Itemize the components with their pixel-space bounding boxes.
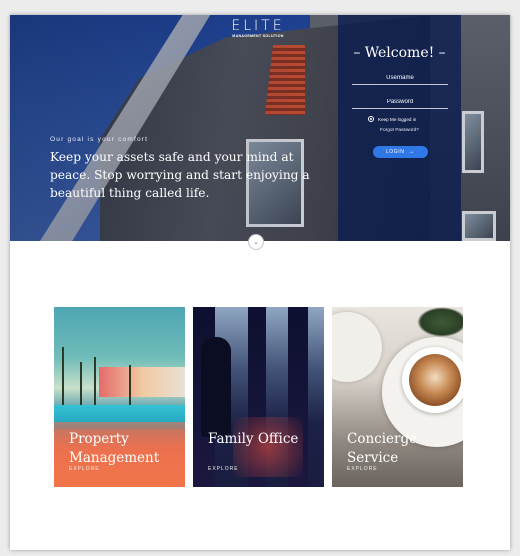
card-title: Family Office — [208, 431, 299, 447]
remember-me-toggle[interactable]: Keep Me logged in — [368, 116, 416, 122]
brand-name: ELITE — [231, 18, 285, 34]
username-input[interactable] — [352, 71, 448, 85]
hero-banner: ELITE MANAGEMENT SOLUTION Our goal is yo… — [10, 15, 510, 241]
card-image-palm — [80, 362, 82, 407]
page: ELITE MANAGEMENT SOLUTION Our goal is yo… — [10, 15, 510, 550]
card-property-management[interactable]: Property Management EXPLORE — [54, 307, 185, 487]
card-concierge-service[interactable]: Concierge Service EXPLORE — [332, 307, 463, 487]
card-explore-link[interactable]: EXPLORE — [347, 466, 378, 472]
card-title: Concierge Service — [347, 431, 418, 466]
brand-logo[interactable]: ELITE MANAGEMENT SOLUTION — [228, 19, 288, 39]
hero-headline: Keep your assets safe and your mind at p… — [50, 150, 310, 200]
login-button-label: LOGIN — [385, 149, 405, 155]
card-image-palm — [62, 347, 64, 407]
brand-subtitle: MANAGEMENT SOLUTION — [232, 34, 284, 38]
card-explore-link[interactable]: EXPLORE — [69, 466, 100, 472]
card-explore-link[interactable]: EXPLORE — [208, 466, 239, 472]
password-input[interactable] — [352, 95, 448, 109]
login-title: – Welcome! – — [353, 45, 446, 61]
scroll-down-button[interactable]: ⌄ — [248, 234, 264, 250]
chevron-down-icon: ⌄ — [253, 239, 259, 246]
card-image-coffee — [409, 354, 461, 406]
card-family-office[interactable]: Family Office EXPLORE — [193, 307, 324, 487]
login-button[interactable]: LOGIN → — [373, 146, 428, 158]
login-panel: – Welcome! – Keep Me logged in Forgot Pa… — [338, 15, 461, 241]
card-image-palm — [94, 357, 96, 407]
remember-me-label: Keep Me logged in — [378, 116, 417, 122]
hero-tagline: Our goal is your comfort — [50, 136, 149, 143]
arrow-right-icon: → — [408, 149, 416, 155]
card-image-person — [201, 337, 231, 437]
forgot-password-link[interactable]: Forgot Password? — [338, 128, 461, 133]
card-title: Property Management — [69, 431, 160, 466]
card-image-hotel — [99, 367, 185, 397]
card-image-leaves — [417, 307, 463, 337]
card-image-plate — [332, 312, 382, 382]
radio-icon[interactable] — [368, 116, 374, 122]
card-image-palm — [129, 365, 131, 407]
